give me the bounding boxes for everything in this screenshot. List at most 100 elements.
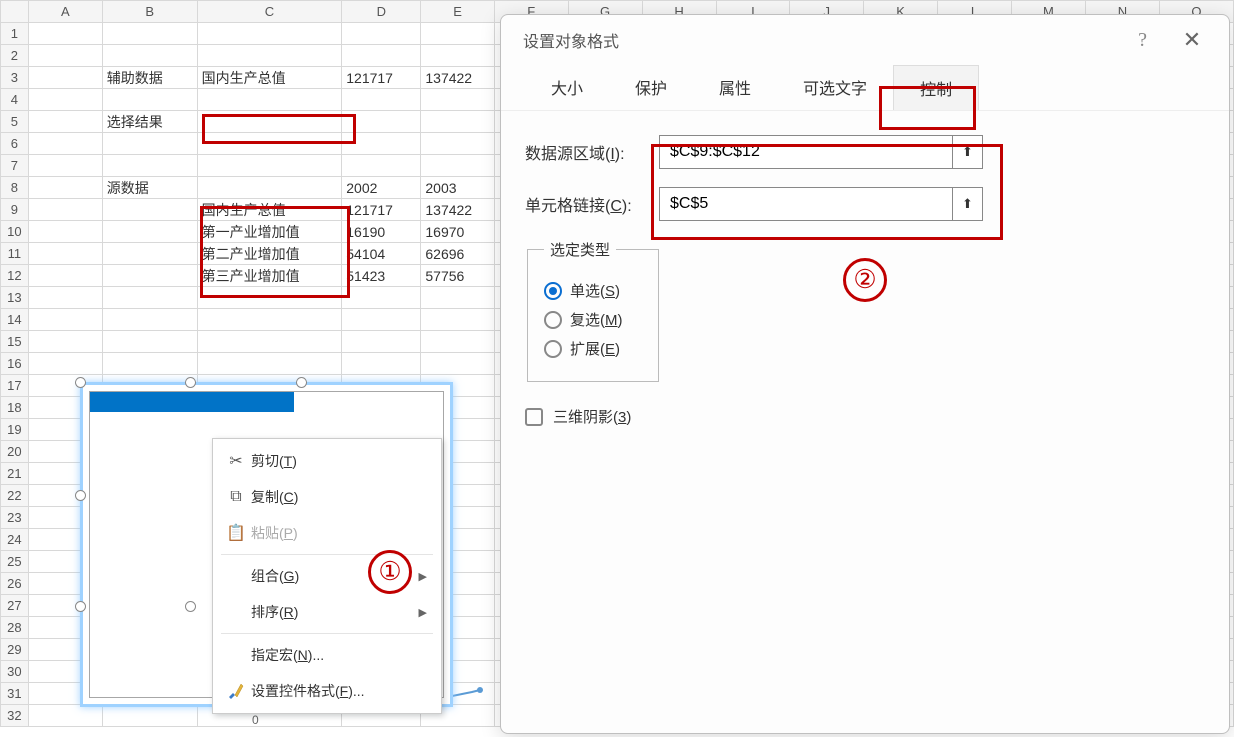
cell[interactable]: 第二产业增加值	[197, 243, 342, 265]
cell[interactable]: 121717	[342, 199, 421, 221]
menu-label: 组合(G)	[251, 566, 419, 586]
row-header[interactable]: 9	[1, 199, 29, 221]
cell[interactable]: 辅助数据	[102, 67, 197, 89]
resize-handle[interactable]	[296, 377, 307, 388]
row-header[interactable]: 27	[1, 595, 29, 617]
col-header[interactable]: A	[28, 1, 102, 23]
radio-multi[interactable]: 复选(M)	[544, 309, 642, 330]
row-header[interactable]: 5	[1, 111, 29, 133]
row-header[interactable]: 26	[1, 573, 29, 595]
cell[interactable]: 16190	[342, 221, 421, 243]
row-header[interactable]: 21	[1, 463, 29, 485]
tab-protect[interactable]: 保护	[609, 65, 693, 110]
menu-copy[interactable]: ⧉ 复制(C)	[213, 479, 441, 515]
radio-icon	[544, 340, 562, 358]
row-header[interactable]: 19	[1, 419, 29, 441]
tab-properties[interactable]: 属性	[693, 65, 777, 110]
row-header[interactable]: 8	[1, 177, 29, 199]
tab-alt-text[interactable]: 可选文字	[777, 65, 893, 110]
cell[interactable]: 54104	[342, 243, 421, 265]
cell[interactable]: 57756	[421, 265, 494, 287]
row-header[interactable]: 12	[1, 265, 29, 287]
cell[interactable]: 源数据	[102, 177, 197, 199]
menu-format-control[interactable]: 设置控件格式(F)...	[213, 673, 441, 709]
row-header[interactable]: 13	[1, 287, 29, 309]
cell[interactable]: 137422	[421, 67, 494, 89]
row-header[interactable]: 6	[1, 133, 29, 155]
row-header[interactable]: 2	[1, 45, 29, 67]
format-icon	[221, 682, 251, 700]
row-header[interactable]: 1	[1, 23, 29, 45]
cell[interactable]: 137422	[421, 199, 494, 221]
resize-handle[interactable]	[75, 490, 86, 501]
row-header[interactable]: 3	[1, 67, 29, 89]
input-source-range[interactable]	[660, 143, 952, 161]
row-header[interactable]: 28	[1, 617, 29, 639]
cell[interactable]: 51423	[342, 265, 421, 287]
ref-input-link[interactable]: ⬆	[659, 187, 983, 221]
row-header[interactable]: 4	[1, 89, 29, 111]
menu-label: 排序(R)	[251, 602, 419, 622]
cell[interactable]: 16970	[421, 221, 494, 243]
selection-type-group: 选定类型 单选(S) 复选(M) 扩展(E)	[527, 239, 659, 382]
chart-axis-label: 0	[252, 713, 259, 727]
row-header[interactable]: 20	[1, 441, 29, 463]
paste-icon: 📋	[221, 523, 251, 543]
row-header[interactable]: 29	[1, 639, 29, 661]
resize-handle[interactable]	[185, 601, 196, 612]
resize-handle[interactable]	[75, 377, 86, 388]
radio-single[interactable]: 单选(S)	[544, 280, 642, 301]
row-header[interactable]: 11	[1, 243, 29, 265]
row-header[interactable]: 31	[1, 683, 29, 705]
row-header[interactable]: 14	[1, 309, 29, 331]
menu-paste: 📋 粘贴(P)	[213, 515, 441, 551]
row-header[interactable]: 32	[1, 705, 29, 727]
close-icon[interactable]: ✕	[1177, 27, 1207, 53]
input-cell-link[interactable]	[660, 195, 952, 213]
resize-handle[interactable]	[185, 377, 196, 388]
col-header[interactable]: B	[102, 1, 197, 23]
menu-assign-macro[interactable]: 指定宏(N)...	[213, 637, 441, 673]
row-header[interactable]: 23	[1, 507, 29, 529]
cell[interactable]: 第三产业增加值	[197, 265, 342, 287]
corner-cell[interactable]	[1, 1, 29, 23]
col-header[interactable]: C	[197, 1, 342, 23]
cell[interactable]: 2002	[342, 177, 421, 199]
radio-extend[interactable]: 扩展(E)	[544, 338, 642, 359]
row-header[interactable]: 18	[1, 397, 29, 419]
tab-size[interactable]: 大小	[525, 65, 609, 110]
cell[interactable]: 国内生产总值	[197, 199, 342, 221]
checkbox-label: 三维阴影(3)	[553, 406, 631, 427]
row-header[interactable]: 22	[1, 485, 29, 507]
listbox-selected-item[interactable]	[90, 392, 294, 412]
resize-handle[interactable]	[75, 601, 86, 612]
tab-control[interactable]: 控制	[893, 65, 979, 110]
menu-group[interactable]: 组合(G) ▶	[213, 558, 441, 594]
row-header[interactable]: 16	[1, 353, 29, 375]
cell[interactable]	[197, 111, 342, 133]
menu-cut[interactable]: ✂ 剪切(T)	[213, 443, 441, 479]
cell[interactable]: 第一产业增加值	[197, 221, 342, 243]
row-header[interactable]: 10	[1, 221, 29, 243]
cell[interactable]: 62696	[421, 243, 494, 265]
row-header[interactable]: 7	[1, 155, 29, 177]
row-header[interactable]: 17	[1, 375, 29, 397]
cell[interactable]: 121717	[342, 67, 421, 89]
cell[interactable]: 选择结果	[102, 111, 197, 133]
menu-sort[interactable]: 排序(R) ▶	[213, 594, 441, 630]
col-header[interactable]: D	[342, 1, 421, 23]
cell[interactable]: 国内生产总值	[197, 67, 342, 89]
row-header[interactable]: 15	[1, 331, 29, 353]
range-picker-icon[interactable]: ⬆	[952, 136, 982, 168]
help-icon[interactable]: ?	[1138, 29, 1147, 52]
dialog-tabs: 大小 保护 属性 可选文字 控制	[501, 65, 1229, 111]
range-picker-icon[interactable]: ⬆	[952, 188, 982, 220]
row-header[interactable]: 25	[1, 551, 29, 573]
row-header[interactable]: 24	[1, 529, 29, 551]
cell[interactable]: 2003	[421, 177, 494, 199]
col-header[interactable]: E	[421, 1, 494, 23]
checkbox-3d-shadow[interactable]: 三维阴影(3)	[525, 406, 1205, 427]
row-header[interactable]: 30	[1, 661, 29, 683]
dialog-titlebar[interactable]: 设置对象格式 ? ✕	[501, 15, 1229, 65]
ref-input-source[interactable]: ⬆	[659, 135, 983, 169]
